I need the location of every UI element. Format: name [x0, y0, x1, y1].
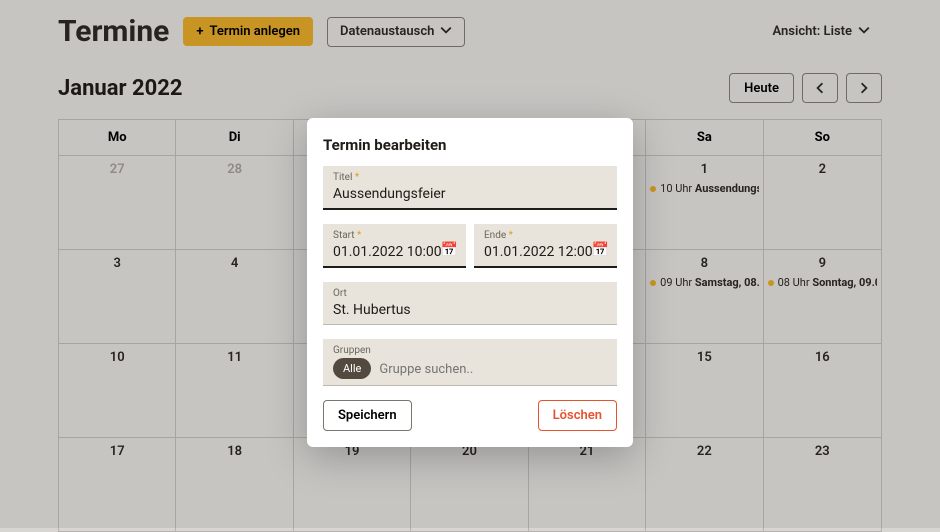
delete-button[interactable]: Löschen — [538, 400, 617, 431]
end-input[interactable] — [484, 243, 607, 260]
location-input[interactable] — [333, 301, 607, 318]
calendar-icon[interactable]: 📅 — [592, 242, 609, 258]
title-label: Titel — [333, 172, 352, 183]
dialog-title: Termin bearbeiten — [323, 136, 617, 154]
location-label: Ort — [333, 288, 607, 299]
title-field[interactable]: Titel * — [323, 166, 617, 210]
group-chip-all[interactable]: Alle — [333, 358, 371, 379]
location-field[interactable]: Ort — [323, 282, 617, 325]
groups-field[interactable]: Gruppen Alle — [323, 339, 617, 386]
end-label: Ende — [484, 230, 506, 241]
start-field[interactable]: Start * 📅 — [323, 224, 466, 268]
edit-event-dialog: Termin bearbeiten Titel * Start * 📅 Ende… — [307, 118, 633, 447]
start-label: Start — [333, 230, 355, 241]
calendar-icon[interactable]: 📅 — [441, 242, 458, 258]
start-input[interactable] — [333, 243, 456, 260]
title-input[interactable] — [333, 185, 607, 202]
groups-search-input[interactable] — [379, 361, 607, 377]
save-button[interactable]: Speichern — [323, 400, 412, 431]
end-field[interactable]: Ende * 📅 — [474, 224, 617, 268]
groups-label: Gruppen — [333, 345, 607, 356]
